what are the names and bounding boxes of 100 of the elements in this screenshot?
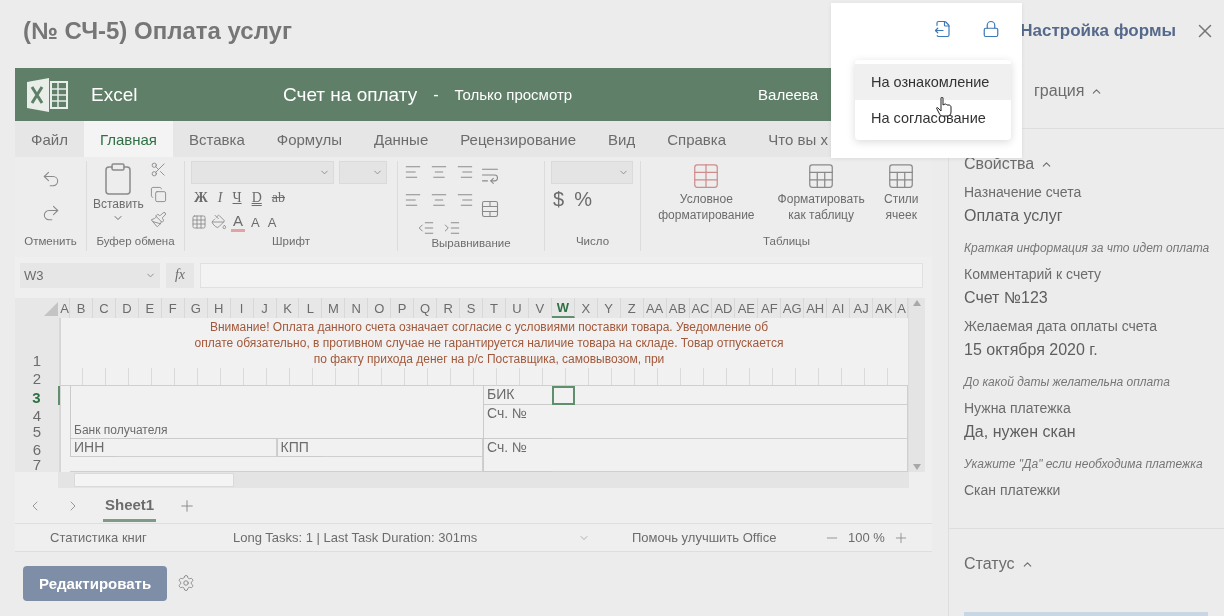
section-toggle[interactable]: Статус xyxy=(964,555,1224,573)
column-header[interactable]: AG xyxy=(781,298,805,318)
indent-increase-icon[interactable] xyxy=(443,219,461,237)
scroll-down-icon[interactable] xyxy=(913,464,921,470)
feedback-link[interactable]: Помочь улучшить Office xyxy=(632,530,824,545)
column-header[interactable]: AA xyxy=(643,298,667,318)
selected-cell[interactable] xyxy=(551,386,575,405)
column-header[interactable]: V xyxy=(528,298,552,318)
column-header[interactable]: AK xyxy=(873,298,896,318)
font-color-button[interactable]: A xyxy=(249,214,262,230)
font-style-button[interactable]: D xyxy=(248,190,265,206)
column-header[interactable]: T xyxy=(483,298,506,318)
column-header[interactable]: X xyxy=(574,298,598,318)
column-header[interactable]: AF xyxy=(758,298,782,318)
font-size-dropdown[interactable] xyxy=(339,161,387,184)
column-header[interactable]: R xyxy=(437,298,461,318)
indent-decrease-icon[interactable] xyxy=(417,219,435,237)
table-style-button[interactable]: Стили ячеек xyxy=(876,161,926,223)
send-document-icon[interactable] xyxy=(934,20,952,38)
copy-icon[interactable] xyxy=(149,186,167,203)
column-header[interactable]: AJ xyxy=(850,298,874,318)
select-all-icon[interactable] xyxy=(44,302,58,316)
column-header[interactable]: I xyxy=(230,298,254,318)
align-center-icon[interactable] xyxy=(430,191,448,209)
row-header[interactable]: 5 xyxy=(15,423,60,439)
ribbon-tab[interactable]: Главная xyxy=(83,121,173,157)
empty-cell[interactable] xyxy=(551,405,908,439)
tell-me-field[interactable]: Что вы х xyxy=(768,130,828,148)
font-style-button[interactable]: Ч xyxy=(229,190,245,206)
row-header[interactable]: 4 xyxy=(15,405,60,423)
row-header[interactable]: 3 xyxy=(15,386,60,405)
column-header[interactable]: AI xyxy=(827,298,851,318)
font-style-button[interactable]: I xyxy=(214,190,226,206)
lock-icon[interactable] xyxy=(982,20,1000,38)
scroll-up-icon[interactable] xyxy=(913,300,921,306)
user-name[interactable]: Валеева xyxy=(758,86,818,103)
ribbon-tab[interactable]: Формулы xyxy=(260,121,359,157)
settings-icon[interactable] xyxy=(177,574,196,592)
empty-cell[interactable] xyxy=(115,439,277,457)
column-header[interactable]: P xyxy=(391,298,415,318)
edit-button[interactable]: Редактировать xyxy=(23,565,168,601)
ribbon-tab[interactable]: Справка xyxy=(651,121,743,157)
ribbon-tab[interactable]: Вставка xyxy=(173,121,261,157)
column-header[interactable]: K xyxy=(276,298,300,318)
align-left-icon[interactable] xyxy=(404,191,422,209)
column-header[interactable]: C xyxy=(92,298,116,318)
column-header[interactable]: U xyxy=(505,298,529,318)
column-header[interactable]: F xyxy=(161,298,185,318)
align-middle-icon[interactable] xyxy=(430,163,448,181)
row-header[interactable]: 6 xyxy=(15,439,60,457)
vertical-scrollbar[interactable] xyxy=(908,298,925,472)
column-header[interactable]: W xyxy=(551,298,575,318)
workbook-statistics[interactable]: Статистика книг xyxy=(50,530,233,545)
paintbrush-icon[interactable] xyxy=(149,211,167,228)
font-style-button[interactable]: Ж xyxy=(191,190,211,206)
status-field[interactable] xyxy=(964,612,1208,616)
number-format-button[interactable]: $ xyxy=(551,188,567,211)
row-header[interactable]: 7 xyxy=(15,457,60,472)
table-style-button[interactable]: Форматировать как таблицу xyxy=(771,161,871,223)
section-toggle[interactable]: Свойства xyxy=(964,155,1054,173)
ribbon-tab[interactable]: Данные xyxy=(358,121,445,157)
column-header[interactable]: D xyxy=(115,298,139,318)
column-header[interactable]: N xyxy=(345,298,369,318)
ribbon-tab[interactable]: Вид xyxy=(592,121,652,157)
column-header[interactable]: AD xyxy=(712,298,736,318)
merge-cells-icon[interactable] xyxy=(480,199,500,219)
form-settings-link[interactable]: Настройка формы xyxy=(1020,21,1176,41)
column-header[interactable]: E xyxy=(138,298,162,318)
column-header[interactable]: S xyxy=(460,298,483,318)
column-header[interactable]: Z xyxy=(620,298,644,318)
column-header[interactable]: AB xyxy=(666,298,690,318)
borders-icon[interactable] xyxy=(191,214,207,230)
column-header[interactable]: AE xyxy=(735,298,759,318)
name-box[interactable]: W3 xyxy=(20,262,160,288)
font-style-button[interactable]: ab xyxy=(268,190,288,206)
column-header[interactable]: J xyxy=(253,298,277,318)
ribbon-tab[interactable]: Рецензирование xyxy=(444,121,593,157)
column-header[interactable]: G xyxy=(184,298,208,318)
empty-cell[interactable] xyxy=(322,439,483,457)
row-header[interactable]: 2 xyxy=(15,368,60,386)
column-header[interactable]: Y xyxy=(597,298,621,318)
paste-button[interactable]: Вставить xyxy=(93,161,144,224)
align-right-icon[interactable] xyxy=(456,191,474,209)
column-header[interactable]: AH xyxy=(804,298,828,318)
column-header[interactable]: B xyxy=(70,298,93,318)
font-name-dropdown[interactable] xyxy=(191,161,334,184)
sheet-tab[interactable]: Sheet1 xyxy=(103,489,157,522)
column-header[interactable]: A xyxy=(896,298,908,318)
number-format-dropdown[interactable] xyxy=(551,161,633,184)
column-header[interactable]: Q xyxy=(414,298,438,318)
number-format-button[interactable]: % xyxy=(572,188,594,211)
horizontal-scrollbar[interactable] xyxy=(58,472,909,488)
row-header[interactable]: 1 xyxy=(15,318,60,368)
align-bottom-icon[interactable] xyxy=(456,163,474,181)
ribbon-tab[interactable]: Файл xyxy=(15,121,84,157)
function-button[interactable]: fx xyxy=(166,262,194,288)
table-style-button[interactable]: Условное форматирование xyxy=(647,161,766,223)
fill-color-icon[interactable] xyxy=(211,214,227,230)
menu-item[interactable]: На ознакомление xyxy=(855,64,1011,100)
align-top-icon[interactable] xyxy=(404,163,422,181)
